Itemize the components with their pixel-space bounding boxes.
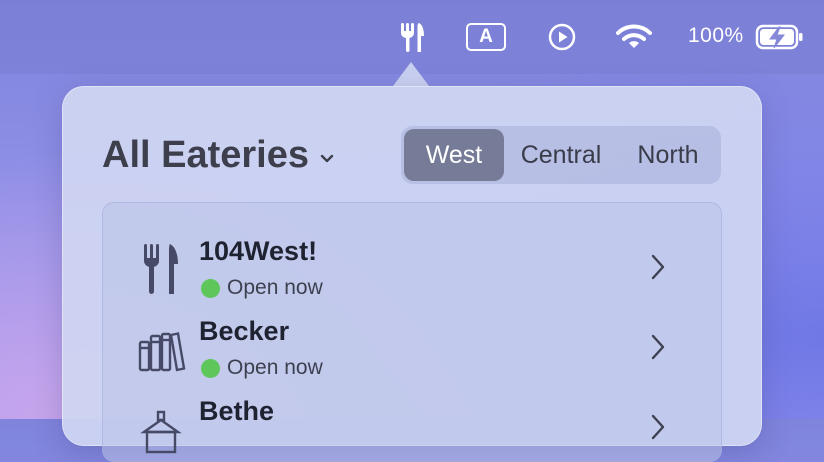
chevron-right-icon (651, 254, 665, 280)
eatery-name: 104West! (199, 236, 318, 266)
tab-central[interactable]: Central (504, 129, 618, 181)
open-status-dot (201, 358, 220, 378)
chevron-down-icon (320, 154, 334, 162)
books-icon (138, 332, 186, 372)
tab-north[interactable]: North (618, 129, 718, 181)
fork-knife-icon (144, 244, 178, 294)
eatery-name: Becker (199, 316, 290, 346)
chevron-right-icon (651, 334, 665, 360)
eatery-status: Open now (201, 356, 323, 380)
eatery-name: Bethe (199, 396, 275, 426)
eatery-status-text: Open now (227, 356, 323, 379)
battery-charging-icon[interactable] (754, 18, 806, 56)
eateries-popover: All Eateries West Central North 104West!… (62, 86, 762, 462)
list-item-becker[interactable]: Becker Open now (102, 304, 722, 384)
eatery-status: Open now (201, 276, 323, 300)
eateries-filter-menu[interactable]: All Eateries (102, 134, 335, 177)
popover-arrow (393, 62, 429, 86)
keyboard-input-letter: A (466, 23, 506, 51)
open-status-dot (201, 278, 220, 298)
list-item-bethe[interactable]: Bethe (102, 384, 722, 462)
play-circle-icon[interactable] (547, 18, 577, 56)
wifi-icon[interactable] (614, 18, 654, 56)
list-item-104west[interactable]: 104West! Open now (102, 224, 722, 304)
chevron-right-icon (651, 414, 665, 440)
battery-percent: 100% (688, 24, 744, 47)
eatery-list: 104West! Open now Becker Open now Bethe (102, 202, 722, 462)
eatery-status-text: Open now (227, 276, 323, 299)
input-source-button[interactable]: A (464, 18, 508, 56)
fork-knife-icon[interactable] (396, 18, 428, 56)
tab-west[interactable]: West (404, 129, 504, 181)
popover-title: All Eateries (102, 134, 309, 176)
building-icon (140, 410, 182, 454)
campus-segmented-control: West Central North (401, 126, 721, 184)
